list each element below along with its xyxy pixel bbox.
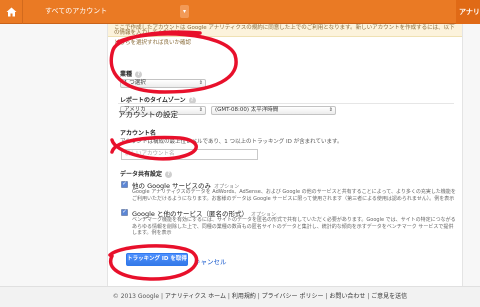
copyright-text: © 2013 Google	[112, 293, 160, 300]
timezone-select-value: (GMT-08:00) 太平洋時間	[215, 107, 279, 113]
create-account-form: ここで作成したアカウントは Google アナリティクスの規約に同意した上でのご…	[108, 24, 462, 286]
get-tracking-id-button[interactable]: トラッキング ID を取得	[126, 253, 188, 266]
footer-link-privacy[interactable]: プライバシー ポリシー	[262, 293, 324, 300]
left-sidebar	[0, 24, 108, 286]
account-name-help: アカウントは構成の最上位レベルであり、1 つ以上のトラッキング ID が含まれて…	[120, 139, 343, 145]
notice-banner: ここで作成したアカウントは Google アナリティクスの規約に同意した上でのご…	[108, 24, 462, 37]
footer-link-contact[interactable]: お問い合わせ	[329, 293, 365, 300]
all-accounts-link[interactable]: すべてのアカウント	[45, 6, 107, 16]
timezone-select[interactable]: (GMT-08:00) 太平洋時間 ⇕	[211, 106, 336, 115]
anonymous-sharing-checkbox[interactable]: ✓	[121, 209, 128, 216]
chevron-down-icon: ▾	[182, 8, 186, 15]
data-sharing-label-text: データ共有設定	[120, 171, 163, 178]
footer-link-terms[interactable]: 利用規約	[232, 293, 256, 300]
notice-link[interactable]: どちらを選択すれば良いか確認	[114, 38, 191, 46]
google-products-description: Google アナリティクスのデータを AdWords、AdSense、および …	[132, 189, 456, 202]
account-name-input[interactable]: 新しいアカウント名	[121, 149, 258, 160]
industry-select-value: 1 つ選択	[124, 80, 146, 86]
topbar-divider	[22, 0, 23, 24]
footer: © 2013 Google | アナリティクス ホーム | 利用規約 | プライ…	[0, 286, 480, 307]
account-dropdown-button[interactable]: ▾	[180, 5, 189, 18]
industry-select[interactable]: 1 つ選択 ⇕	[120, 79, 206, 88]
home-button[interactable]	[0, 0, 22, 24]
top-bar: すべてのアカウント ▾ アナリティクス	[0, 0, 480, 24]
right-panel	[462, 24, 480, 286]
account-settings-title: アカウントの設定	[118, 110, 178, 119]
industry-label: 業種?	[120, 69, 143, 78]
section-divider	[118, 103, 454, 104]
chevron-updown-icon: ⇕	[198, 107, 203, 113]
help-icon[interactable]: ?	[135, 71, 143, 78]
cancel-link[interactable]: キャンセル	[194, 256, 227, 266]
industry-label-text: 業種	[120, 71, 133, 78]
footer-link-home[interactable]: アナリティクス ホーム	[165, 293, 226, 300]
home-icon	[6, 7, 16, 17]
account-name-label: アカウント名	[120, 130, 157, 137]
chevron-updown-icon: ⇕	[198, 80, 203, 86]
chevron-updown-icon: ⇕	[328, 107, 333, 113]
anonymous-sharing-description: ベンチマーク機能を有効にするには、サイトのデータを匿名の形式で共有していただく必…	[132, 217, 456, 236]
tab-analytics[interactable]: アナリティクス	[456, 0, 480, 24]
footer-link-feedback[interactable]: ご意見を送信	[371, 293, 407, 300]
google-products-checkbox[interactable]: ✓	[121, 181, 128, 188]
help-icon[interactable]: ?	[165, 171, 173, 178]
data-sharing-label: データ共有設定?	[120, 169, 173, 178]
